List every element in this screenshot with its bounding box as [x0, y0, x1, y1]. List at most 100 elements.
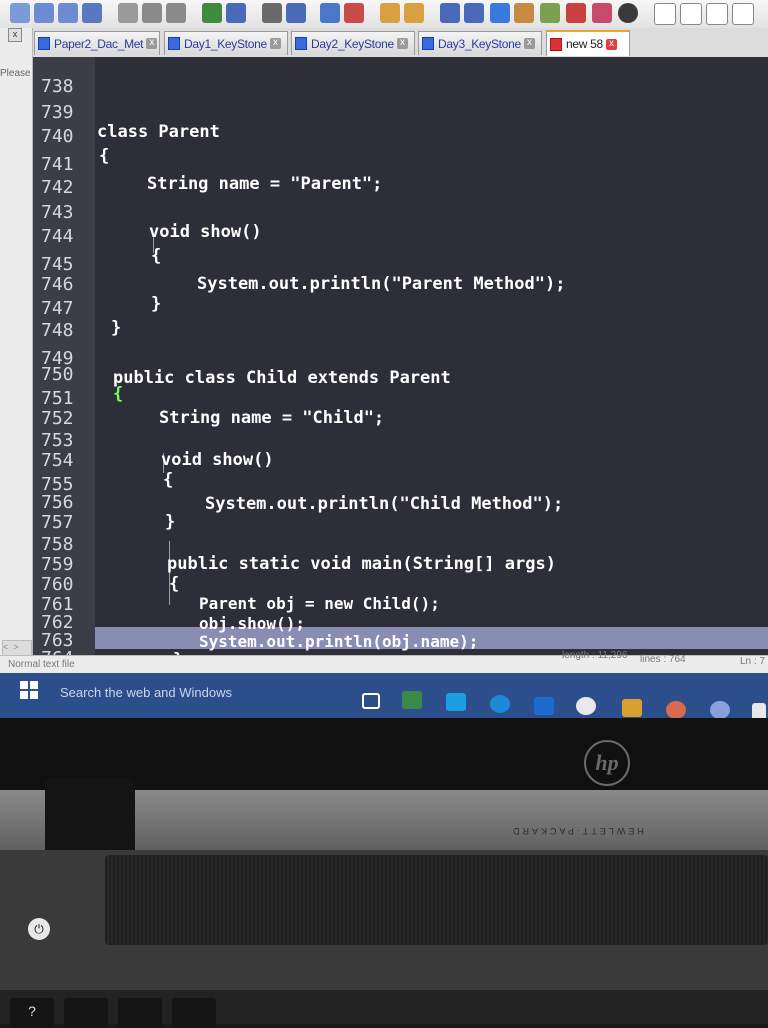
- code-line: 757: [33, 493, 91, 533]
- code-line: 752: [33, 389, 91, 429]
- code-text: {: [113, 384, 124, 404]
- tab-day2-keystone[interactable]: Day2_KeyStone x: [291, 31, 415, 55]
- code-text: {: [169, 574, 180, 594]
- record-macro-icon[interactable]: [654, 3, 676, 25]
- monitor-icon[interactable]: [618, 3, 638, 23]
- lines-label: lines : 764: [640, 654, 686, 665]
- code-text: void show(): [161, 450, 274, 470]
- doc-map-icon[interactable]: [540, 3, 560, 23]
- close-icon[interactable]: x: [269, 38, 281, 49]
- code-line: 745 System.out.println("Parent Method");: [33, 235, 565, 294]
- lang-icon[interactable]: [514, 3, 534, 23]
- length-label: length : 11,296: [562, 650, 628, 661]
- store-icon[interactable]: [534, 697, 554, 715]
- code-text: }: [165, 512, 176, 532]
- close-icon[interactable]: x: [396, 38, 408, 49]
- show-all-chars-icon[interactable]: [464, 3, 484, 23]
- sync-scroll-icon[interactable]: [380, 3, 400, 23]
- code-text: }: [111, 318, 122, 338]
- tab-day3-keystone[interactable]: Day3_KeyStone x: [418, 31, 542, 55]
- tab-paper2-dac-met[interactable]: Paper2_Dac_Met x: [34, 31, 160, 55]
- tab-day1-keystone[interactable]: Day1_KeyStone x: [164, 31, 288, 55]
- zoom-out-icon[interactable]: [344, 3, 364, 23]
- taskbar: Search the web and Windows: [0, 673, 768, 718]
- chrome-icon[interactable]: [666, 701, 686, 718]
- replace-icon[interactable]: [286, 3, 306, 23]
- edge-icon[interactable]: [490, 695, 510, 713]
- code-text: System.out.println("Parent Method");: [197, 274, 566, 294]
- side-panel-text: Please: [0, 68, 31, 79]
- side-panel: x Please < >: [0, 28, 33, 658]
- save-all-icon[interactable]: [82, 3, 102, 23]
- close-icon[interactable]: x: [523, 38, 535, 49]
- word-wrap-icon[interactable]: [440, 3, 460, 23]
- code-line: 742: [33, 158, 91, 198]
- save-icon[interactable]: [58, 3, 78, 23]
- code-text: String name = "Parent";: [147, 174, 383, 194]
- code-text: {: [151, 246, 162, 266]
- cursor-line-label: Ln : 7: [740, 656, 766, 667]
- play-macro-icon[interactable]: [706, 3, 728, 25]
- file-red-icon: [550, 37, 562, 51]
- skype-icon[interactable]: [446, 693, 466, 711]
- code-line: 753 void show(): [33, 411, 274, 470]
- indent-guide-icon[interactable]: [490, 3, 510, 23]
- file-type-label: Normal text file: [8, 659, 75, 670]
- code-text: public class Child extends Parent: [113, 368, 451, 388]
- brand-text: HEWLETT·PACKARD: [510, 826, 644, 836]
- undo-icon[interactable]: [202, 3, 222, 23]
- close-icon[interactable]: x: [605, 38, 617, 50]
- tab-label: Day2_KeyStone: [311, 36, 394, 51]
- code-line: 746 }: [33, 255, 161, 314]
- open-file-icon[interactable]: [34, 3, 54, 23]
- tab-new-58[interactable]: new 58 x: [546, 30, 630, 56]
- code-line: 764 }: [33, 629, 91, 655]
- close-icon[interactable]: x: [8, 28, 22, 42]
- photos-icon[interactable]: [622, 699, 642, 717]
- tab-label: Day1_KeyStone: [184, 36, 267, 51]
- windows-start-icon[interactable]: [20, 681, 38, 699]
- code-line: 751 String name = "Child";: [33, 369, 384, 428]
- app-icon[interactable]: [752, 703, 766, 718]
- code-line: 739 class Parent: [33, 83, 220, 142]
- hp-logo: hp: [584, 740, 630, 786]
- power-icon[interactable]: ⏻: [28, 918, 50, 940]
- tab-label: Day3_KeyStone: [438, 36, 521, 51]
- line-number: 764: [33, 648, 91, 655]
- code-line: 744 {: [33, 207, 161, 266]
- folder-workspace-icon[interactable]: [592, 3, 612, 23]
- code-line: 760 Parent obj = new Child();: [33, 555, 440, 613]
- redo-icon[interactable]: [226, 3, 246, 23]
- cut-icon[interactable]: [118, 3, 138, 23]
- tab-bar: Paper2_Dac_Met x Day1_KeyStone x Day2_Ke…: [0, 28, 768, 58]
- run-macro-multiple-icon[interactable]: [732, 3, 754, 25]
- network-icon[interactable]: [576, 697, 596, 715]
- stop-macro-icon[interactable]: [680, 3, 702, 25]
- copy-icon[interactable]: [142, 3, 162, 23]
- code-line: 754 {: [33, 431, 173, 490]
- file-blue-icon: [295, 37, 307, 50]
- toolbar: [0, 0, 768, 29]
- screen: Paper2_Dac_Met x Day1_KeyStone x Day2_Ke…: [0, 0, 768, 718]
- app-icon[interactable]: [710, 701, 730, 718]
- horizontal-scrollbar[interactable]: < >: [2, 640, 32, 656]
- code-text: void show(): [149, 222, 262, 242]
- find-icon[interactable]: [262, 3, 282, 23]
- code-text: System.out.println("Child Method");: [205, 494, 564, 514]
- code-line: 747 }: [33, 279, 121, 338]
- code-line: 748: [33, 301, 91, 341]
- code-line: 756 }: [33, 473, 175, 532]
- zoom-in-icon[interactable]: [320, 3, 340, 23]
- code-editor[interactable]: 738 739 class Parent 740 { 741 String na…: [33, 57, 768, 655]
- search-input[interactable]: Search the web and Windows: [60, 685, 232, 700]
- function-list-icon[interactable]: [566, 3, 586, 23]
- code-line: 750 {: [33, 345, 123, 404]
- code-text: }: [151, 294, 162, 314]
- paste-icon[interactable]: [166, 3, 186, 23]
- code-text: String name = "Child";: [159, 408, 385, 428]
- task-view-icon[interactable]: [362, 693, 380, 709]
- sync-h-icon[interactable]: [404, 3, 424, 23]
- close-icon[interactable]: x: [146, 38, 158, 49]
- new-file-icon[interactable]: [10, 3, 30, 23]
- file-explorer-icon[interactable]: [402, 691, 422, 709]
